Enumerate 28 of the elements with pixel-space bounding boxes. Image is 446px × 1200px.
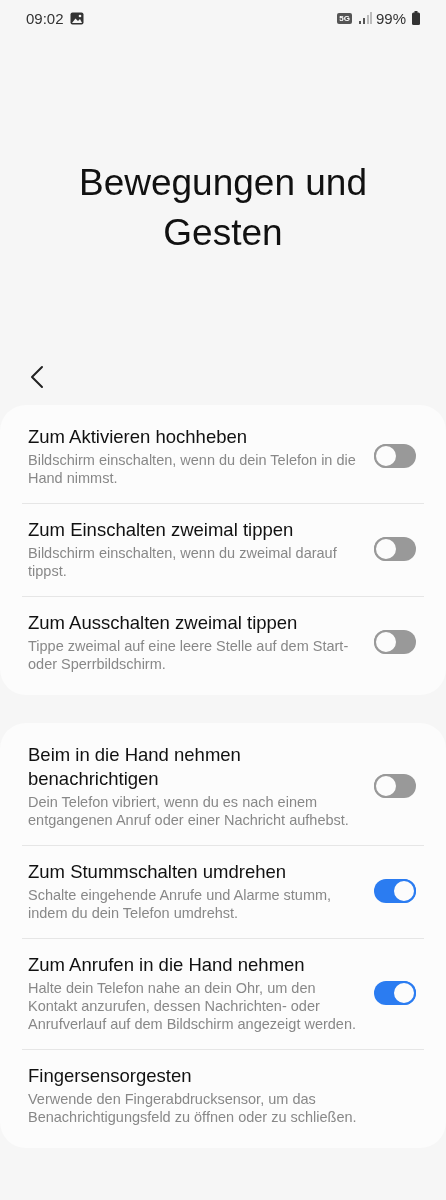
setting-title[interactable]: Zum Aktivieren hochheben (28, 425, 248, 449)
battery-icon (412, 11, 420, 25)
toggle-switch[interactable] (374, 444, 416, 468)
toggle-switch[interactable] (374, 774, 416, 798)
setting-description: Tippe zweimal auf eine leere Stelle auf dem Start- oder Sperrbildschirm. (28, 637, 350, 673)
toggle-switch[interactable] (374, 981, 416, 1005)
setting-title[interactable]: Zum Ausschalten zweimal tippen (28, 611, 298, 635)
setting-title[interactable]: Zum Einschalten zweimal tippen (28, 518, 294, 542)
toggle-switch[interactable] (374, 879, 416, 903)
toggle-switch[interactable] (374, 630, 416, 654)
setting-description: Verwende den Fingerabdrucksensor, um das Benachrichtigungsfeld zu öffnen oder zu schließen. (28, 1090, 358, 1126)
status-time: 09:02 (26, 9, 64, 27)
setting-description: Bildschirm einschalten, wenn du dein Telefon in die Hand nimmst. (28, 451, 357, 487)
back-icon[interactable] (30, 365, 44, 389)
setting-description: Schalte eingehende Anrufe und Alarme stumm, indem du dein Telefon umdrehst. (28, 886, 333, 922)
signal-icon (357, 12, 372, 24)
setting-description: Dein Telefon vibriert, wenn du es nach einem entgangenen Anruf oder einer Nachricht aufhebst. (28, 793, 350, 829)
toggle-switch[interactable] (374, 537, 416, 561)
setting-title[interactable]: Beim in die Hand nehmen benachrichtigen (28, 743, 358, 791)
setting-title[interactable]: Zum Stummschalten umdrehen (28, 860, 287, 884)
setting-description: Bildschirm einschalten, wenn du zweimal darauf tippst. (28, 544, 338, 580)
battery-level: 99% (375, 9, 406, 27)
network-badge: 5G (337, 12, 352, 24)
setting-description: Halte dein Telefon nahe an dein Ohr, um den Kontakt anzurufen, dessen Nachrichten- oder Anrufverlauf auf dem Bildschirm angezeigt werden. (28, 979, 358, 1033)
setting-title[interactable]: Fingersensorgesten (28, 1064, 192, 1088)
page-title: Bewegungen und Gesten (77, 161, 368, 255)
image-icon (69, 11, 84, 25)
setting-title[interactable]: Zum Anrufen in die Hand nehmen (28, 953, 305, 977)
